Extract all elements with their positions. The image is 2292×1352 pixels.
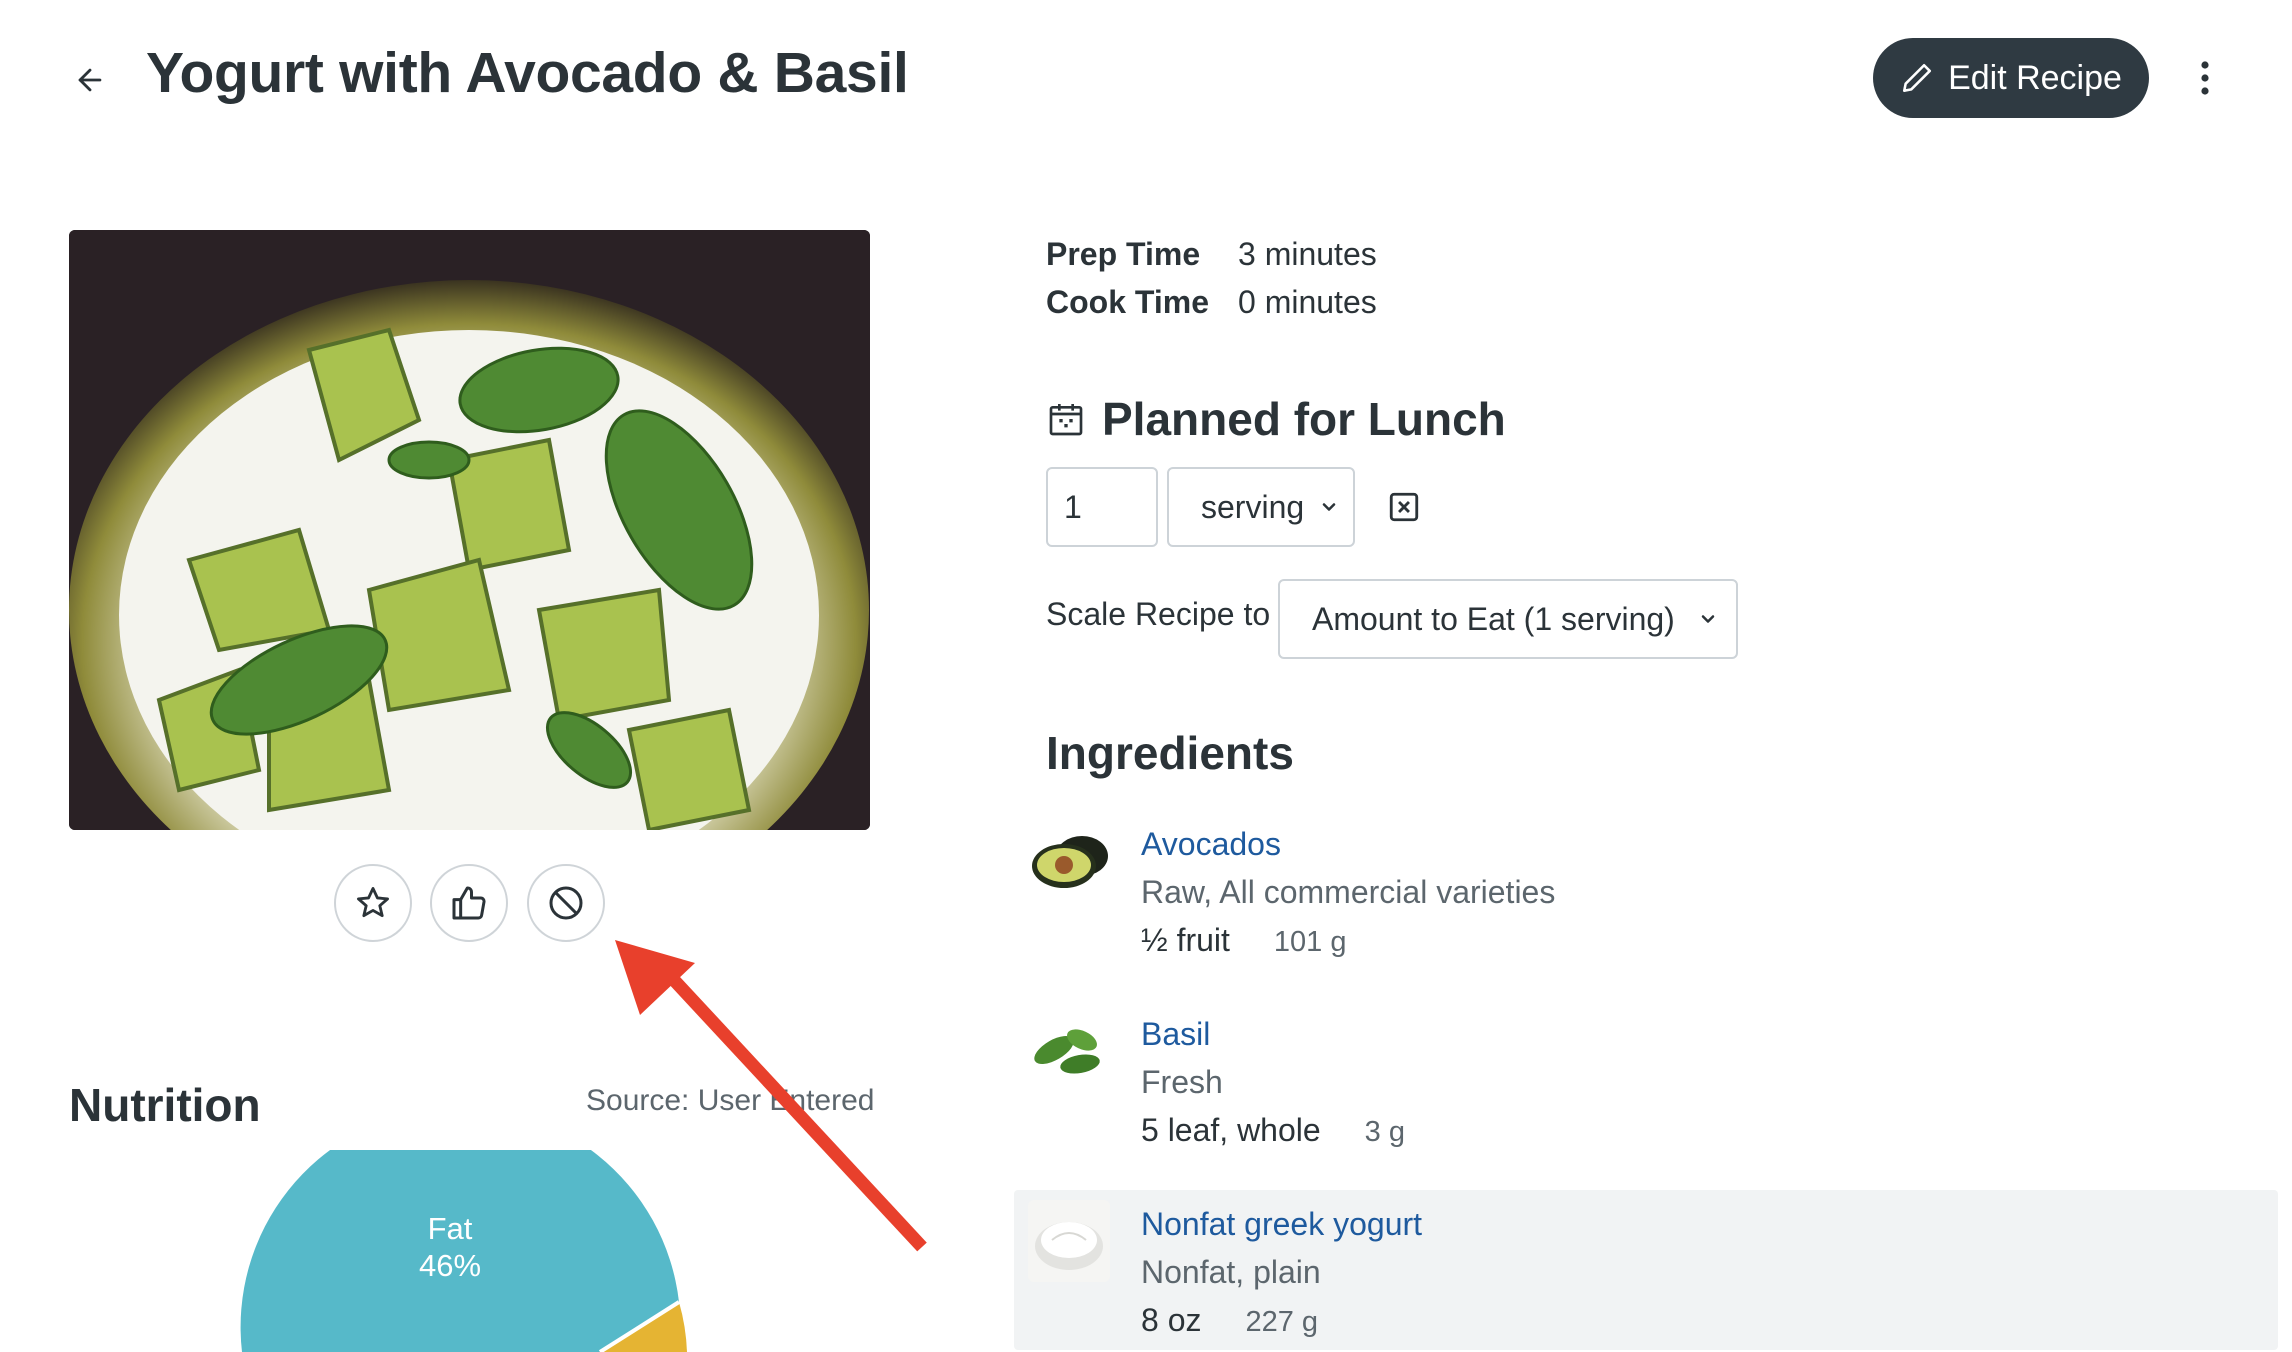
prep-time-value: 3 minutes bbox=[1238, 236, 1377, 272]
recipe-photo bbox=[69, 230, 870, 830]
remove-plan-button[interactable] bbox=[1386, 489, 1422, 525]
ingredient-row[interactable]: Avocados Raw, All commercial varieties ½… bbox=[1014, 810, 2278, 970]
scale-recipe-value: Amount to Eat (1 serving) bbox=[1312, 600, 1675, 637]
scale-recipe-label: Scale Recipe to bbox=[1046, 596, 1271, 632]
more-vertical-icon bbox=[2201, 61, 2209, 95]
ingredient-quantity: 8 oz bbox=[1141, 1302, 1202, 1338]
serving-quantity-input[interactable]: 1 bbox=[1046, 467, 1158, 547]
star-icon bbox=[357, 887, 389, 918]
ingredient-amount: ½ fruit 101 g bbox=[1141, 922, 1347, 959]
ingredient-row[interactable]: Nonfat greek yogurt Nonfat, plain 8 oz 22… bbox=[1014, 1190, 2278, 1350]
serving-unit-select[interactable]: serving bbox=[1167, 467, 1355, 547]
close-box-icon bbox=[1389, 492, 1419, 522]
basil-thumbnail bbox=[1028, 1010, 1110, 1092]
like-button[interactable] bbox=[430, 864, 508, 942]
page-title: Yogurt with Avocado & Basil bbox=[146, 41, 909, 105]
block-button[interactable] bbox=[527, 864, 605, 942]
favorite-button[interactable] bbox=[334, 864, 412, 942]
nutrition-source: Source: User Entered bbox=[586, 1084, 875, 1117]
ingredient-name-link[interactable]: Nonfat greek yogurt bbox=[1141, 1206, 1422, 1243]
ingredient-amount: 5 leaf, whole 3 g bbox=[1141, 1112, 1405, 1149]
nutrition-title: Nutrition bbox=[69, 1079, 261, 1131]
cook-time-label: Cook Time bbox=[1046, 284, 1209, 320]
thumbs-up-icon bbox=[452, 886, 486, 920]
ingredient-grams: 3 g bbox=[1364, 1116, 1405, 1148]
arrow-left-icon bbox=[78, 68, 102, 92]
pencil-icon bbox=[1903, 63, 1932, 93]
ingredient-name-link[interactable]: Avocados bbox=[1141, 826, 1281, 863]
ingredient-quantity: 5 leaf, whole bbox=[1141, 1112, 1321, 1148]
scale-recipe-select[interactable]: Amount to Eat (1 serving) bbox=[1278, 579, 1738, 659]
calendar-icon bbox=[1049, 404, 1083, 436]
ingredient-description: Fresh bbox=[1141, 1064, 1223, 1100]
block-icon bbox=[549, 886, 583, 920]
prep-time-label: Prep Time bbox=[1046, 236, 1201, 272]
macro-pie-chart: Fat 46% bbox=[240, 1150, 700, 1352]
chevron-down-icon bbox=[1322, 503, 1336, 511]
planned-header: Planned for Lunch bbox=[1046, 392, 1506, 446]
planned-title: Planned for Lunch bbox=[1102, 393, 1506, 445]
ingredient-amount: 8 oz 227 g bbox=[1141, 1302, 1318, 1339]
fat-slice-percent: 46% bbox=[418, 1248, 482, 1284]
avocado-thumbnail bbox=[1028, 820, 1110, 902]
ingredient-description: Nonfat, plain bbox=[1141, 1254, 1321, 1290]
ingredient-description: Raw, All commercial varieties bbox=[1141, 874, 1556, 910]
ingredient-grams: 227 g bbox=[1245, 1306, 1319, 1338]
more-options-button[interactable] bbox=[2180, 52, 2230, 104]
ingredients-title: Ingredients bbox=[1046, 727, 1294, 779]
ingredient-quantity: ½ fruit bbox=[1141, 922, 1230, 958]
ingredient-name-link[interactable]: Basil bbox=[1141, 1016, 1210, 1053]
yogurt-thumbnail bbox=[1028, 1200, 1110, 1282]
ingredient-grams: 101 g bbox=[1273, 926, 1347, 958]
edit-recipe-button[interactable]: Edit Recipe bbox=[1873, 38, 2149, 118]
chevron-down-icon bbox=[1701, 615, 1715, 623]
serving-unit-value: serving bbox=[1201, 488, 1305, 525]
cook-time-value: 0 minutes bbox=[1238, 284, 1377, 320]
back-button[interactable] bbox=[64, 54, 116, 106]
ingredient-row[interactable]: Basil Fresh 5 leaf, whole 3 g bbox=[1014, 1000, 2278, 1160]
edit-recipe-label: Edit Recipe bbox=[1948, 58, 2122, 97]
fat-slice-label: Fat bbox=[427, 1211, 473, 1246]
